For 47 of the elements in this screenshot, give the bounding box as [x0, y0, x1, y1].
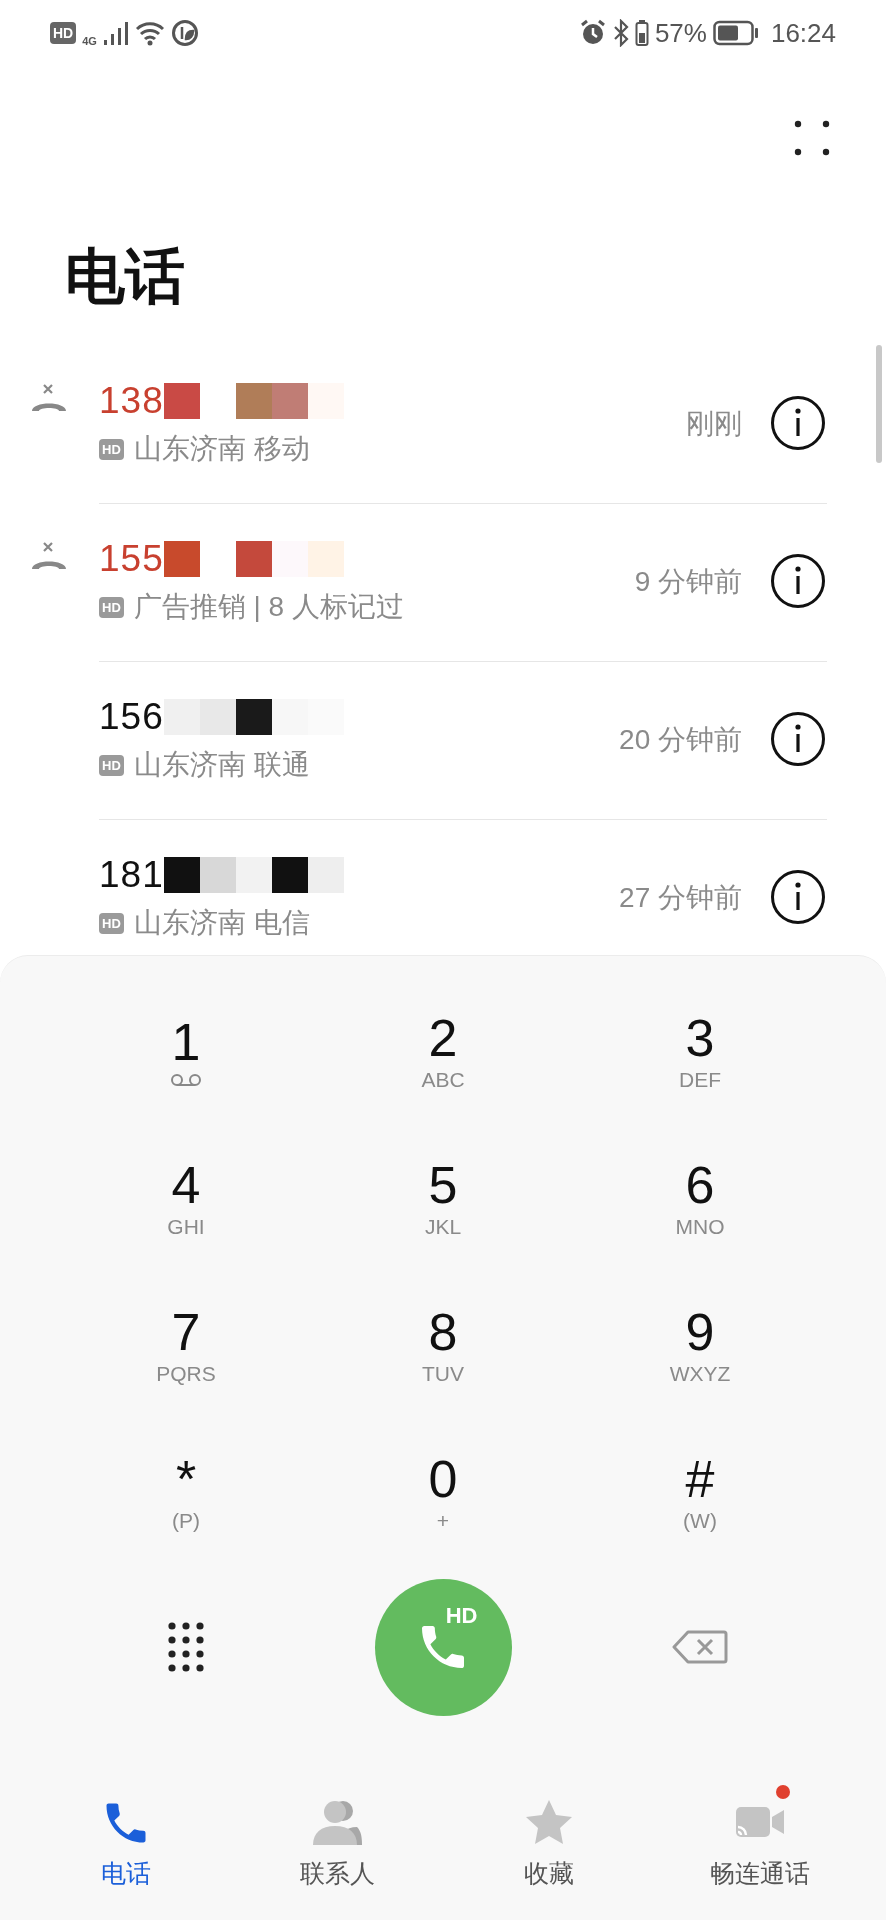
dial-key[interactable]: 8 TUV — [314, 1272, 572, 1419]
hd-badge: HD — [99, 438, 124, 460]
phone-number: 181 — [99, 854, 164, 896]
signal-icon — [102, 20, 129, 46]
dial-key[interactable]: 6 MNO — [571, 1125, 829, 1272]
voicemail-icon — [170, 1071, 202, 1088]
phone-number: 138 — [99, 380, 164, 422]
call-time: 9 分钟前 — [634, 565, 742, 599]
leaf-circle-icon — [170, 19, 199, 47]
call-location: 山东济南 联通 — [133, 748, 310, 782]
phone-number: 156 — [99, 696, 164, 738]
network-type: 4G — [82, 35, 97, 47]
bluetooth-icon — [612, 19, 629, 47]
phone-number: 155 — [99, 538, 164, 580]
dial-key[interactable]: 9 WXYZ — [571, 1272, 829, 1419]
wifi-icon — [134, 20, 165, 46]
dial-key[interactable]: 0 + — [314, 1419, 572, 1566]
hd-badge: HD — [99, 912, 124, 934]
dial-key[interactable]: 2 ABC — [314, 978, 572, 1125]
dial-key[interactable]: 3 DEF — [571, 978, 829, 1125]
hd-badge: HD — [99, 754, 124, 776]
battery-icon — [712, 20, 759, 46]
hd-badge: HD — [99, 596, 124, 618]
small-battery-icon — [634, 19, 649, 47]
dial-key[interactable]: # (W) — [571, 1419, 829, 1566]
page-title: 电话 — [65, 247, 185, 307]
dial-key[interactable]: 1 — [57, 978, 315, 1125]
nav-tab[interactable]: 畅连通话 — [654, 1780, 866, 1920]
keypad-toggle-button[interactable] — [166, 1621, 206, 1673]
call-time: 27 分钟前 — [619, 881, 742, 915]
alarm-icon — [578, 19, 607, 47]
call-time: 刚刚 — [686, 407, 742, 441]
clock-time: 16:24 — [770, 17, 836, 49]
nav-tab[interactable]: 收藏 — [443, 1780, 655, 1920]
dial-key[interactable]: * (P) — [57, 1419, 315, 1566]
hd-badge: HD — [50, 22, 77, 44]
call-location: 广告推销 | 8 人标记过 — [133, 590, 404, 624]
call-time: 20 分钟前 — [619, 723, 742, 757]
backspace-button[interactable] — [672, 1630, 728, 1664]
dial-key[interactable]: 5 JKL — [314, 1125, 572, 1272]
nav-tab[interactable]: 联系人 — [231, 1780, 443, 1920]
call-location: 山东济南 移动 — [133, 432, 310, 466]
battery-percent: 57% — [654, 17, 707, 49]
dial-key[interactable]: 7 PQRS — [57, 1272, 315, 1419]
nav-tab[interactable]: 电话 — [20, 1780, 232, 1920]
call-location: 山东济南 电信 — [133, 906, 310, 940]
dial-key[interactable]: 4 GHI — [57, 1125, 315, 1272]
